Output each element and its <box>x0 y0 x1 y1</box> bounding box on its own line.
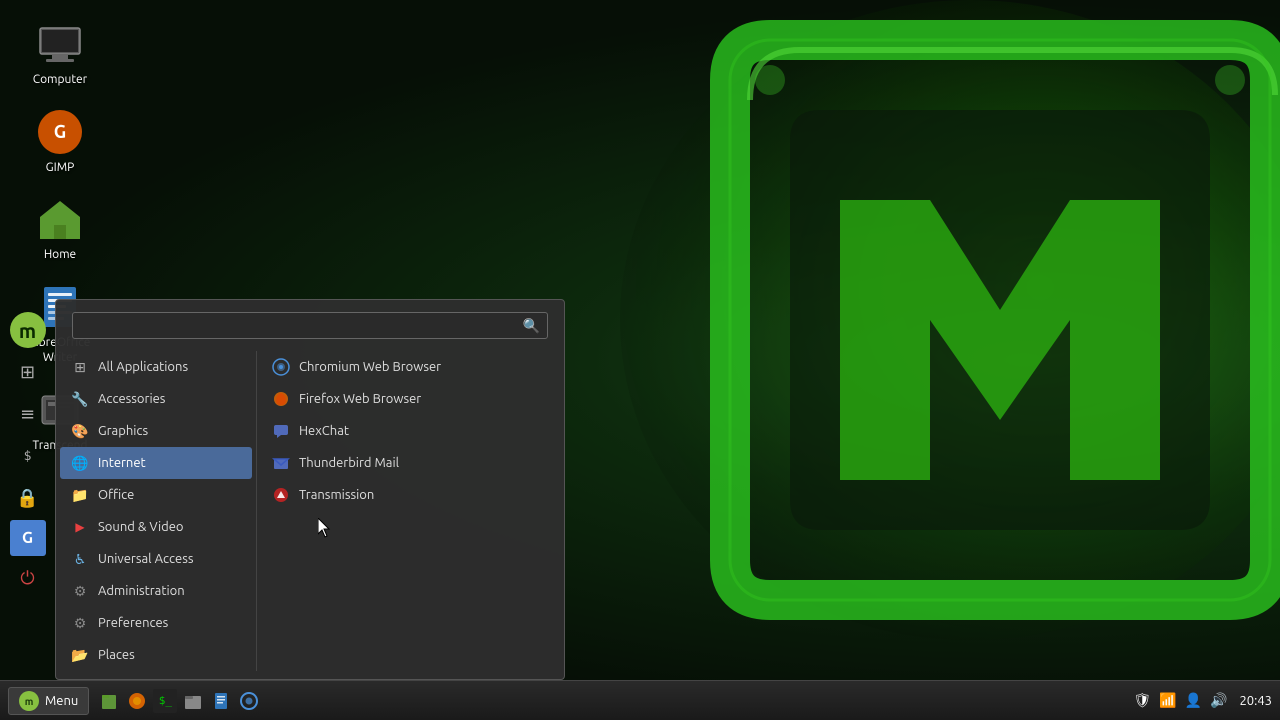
gimp-label: GIMP <box>46 160 75 176</box>
menu-apps: Chromium Web Browser Firefox Web Browser <box>256 351 564 671</box>
menu-app-transmission[interactable]: Transmission <box>261 479 560 511</box>
sidebar-btn-apps[interactable]: ⊞ <box>8 352 48 392</box>
sound-video-label: Sound & Video <box>98 520 184 534</box>
menu-app-chromium[interactable]: Chromium Web Browser <box>261 351 560 383</box>
taskbar-mint-icon: m <box>19 691 39 711</box>
menu-columns: ⊞ All Applications 🔧 Accessories 🎨 Graph… <box>56 351 564 671</box>
menu-app-firefox[interactable]: Firefox Web Browser <box>261 383 560 415</box>
search-input[interactable] <box>72 312 548 339</box>
universal-access-icon: ♿ <box>70 549 90 569</box>
menu-item-internet[interactable]: 🌐 Internet <box>60 447 252 479</box>
all-apps-icon: ⊞ <box>70 357 90 377</box>
taskbar-firefox-icon[interactable] <box>125 689 149 713</box>
taskbar-clock: 20:43 <box>1239 694 1272 708</box>
sidebar-btn-g[interactable]: G <box>10 520 46 556</box>
app-menu: 🔍 ⊞ All Applications 🔧 Accessories 🎨 Gra… <box>55 299 565 680</box>
transmission-icon <box>271 485 291 505</box>
firefox-icon <box>271 389 291 409</box>
home-label: Home <box>44 247 76 263</box>
thunderbird-label: Thunderbird Mail <box>299 456 399 470</box>
preferences-icon: ⚙ <box>70 613 90 633</box>
taskbar-terminal-icon[interactable]: $_ <box>153 689 177 713</box>
menu-item-preferences[interactable]: ⚙ Preferences <box>60 607 252 639</box>
office-label: Office <box>98 488 134 502</box>
taskbar-files-icon[interactable] <box>97 689 121 713</box>
chromium-icon <box>271 357 291 377</box>
menu-item-administration[interactable]: ⚙ Administration <box>60 575 252 607</box>
hexchat-icon <box>271 421 291 441</box>
sidebar: m ⊞ ≡ $ 🔒 G ⏻ <box>0 310 55 598</box>
taskbar-menu-label: Menu <box>45 694 78 708</box>
places-label: Places <box>98 648 135 662</box>
sound-video-icon: ▶ <box>70 517 90 537</box>
desktop-icon-computer[interactable]: Computer <box>20 20 100 88</box>
svg-text:G: G <box>54 122 66 142</box>
taskbar-writer-icon[interactable] <box>209 689 233 713</box>
all-apps-label: All Applications <box>98 360 188 374</box>
menu-app-thunderbird[interactable]: Thunderbird Mail <box>261 447 560 479</box>
internet-label: Internet <box>98 456 146 470</box>
taskbar-quick-launch: $_ <box>97 689 261 713</box>
menu-categories: ⊞ All Applications 🔧 Accessories 🎨 Graph… <box>56 351 256 671</box>
firefox-label: Firefox Web Browser <box>299 392 421 406</box>
computer-label: Computer <box>33 72 87 88</box>
taskbar: m Menu $_ <box>0 680 1280 720</box>
sidebar-btn-power[interactable]: ⏻ <box>8 558 48 598</box>
taskbar-chromium-icon[interactable] <box>237 689 261 713</box>
menu-item-all-apps[interactable]: ⊞ All Applications <box>60 351 252 383</box>
sidebar-btn-terminal[interactable]: $ <box>8 436 48 476</box>
taskbar-filemanager-icon[interactable] <box>181 689 205 713</box>
taskbar-tray: 🛡 📶 👤 🔊 20:43 <box>1133 692 1272 709</box>
menu-item-office[interactable]: 📁 Office <box>60 479 252 511</box>
office-icon: 📁 <box>70 485 90 505</box>
sidebar-btn-mint[interactable]: m <box>10 312 46 348</box>
accessories-label: Accessories <box>98 392 165 406</box>
administration-label: Administration <box>98 584 185 598</box>
sidebar-btn-lock[interactable]: 🔒 <box>8 478 48 518</box>
tray-user-icon[interactable]: 👤 <box>1185 692 1202 709</box>
graphics-label: Graphics <box>98 424 148 438</box>
sidebar-btn-list[interactable]: ≡ <box>8 394 48 434</box>
preferences-label: Preferences <box>98 616 168 630</box>
chromium-label: Chromium Web Browser <box>299 360 441 374</box>
internet-icon: 🌐 <box>70 453 90 473</box>
menu-item-accessories[interactable]: 🔧 Accessories <box>60 383 252 415</box>
desktop-icon-home[interactable]: Home <box>20 195 100 263</box>
tray-volume-icon[interactable]: 🔊 <box>1210 692 1227 709</box>
menu-search-container: 🔍 <box>72 312 548 339</box>
places-icon: 📂 <box>70 645 90 665</box>
menu-item-sound-video[interactable]: ▶ Sound & Video <box>60 511 252 543</box>
svg-text:m: m <box>25 696 34 707</box>
hexchat-label: HexChat <box>299 424 349 438</box>
gimp-icon: G <box>36 108 84 156</box>
home-icon <box>36 195 84 243</box>
transmission-label: Transmission <box>299 488 374 502</box>
tray-shield-icon[interactable]: 🛡 <box>1133 692 1151 709</box>
taskbar-menu-button[interactable]: m Menu <box>8 687 89 715</box>
menu-app-hexchat[interactable]: HexChat <box>261 415 560 447</box>
thunderbird-icon <box>271 453 291 473</box>
menu-item-universal-access[interactable]: ♿ Universal Access <box>60 543 252 575</box>
administration-icon: ⚙ <box>70 581 90 601</box>
menu-item-places[interactable]: 📂 Places <box>60 639 252 671</box>
menu-item-graphics[interactable]: 🎨 Graphics <box>60 415 252 447</box>
universal-access-label: Universal Access <box>98 552 193 566</box>
search-icon: 🔍 <box>523 317 540 334</box>
tray-network-icon[interactable]: 📶 <box>1159 692 1176 709</box>
graphics-icon: 🎨 <box>70 421 90 441</box>
mint-logo <box>550 0 1280 680</box>
computer-icon <box>36 20 84 68</box>
desktop-icon-gimp[interactable]: G GIMP <box>20 108 100 176</box>
accessories-icon: 🔧 <box>70 389 90 409</box>
